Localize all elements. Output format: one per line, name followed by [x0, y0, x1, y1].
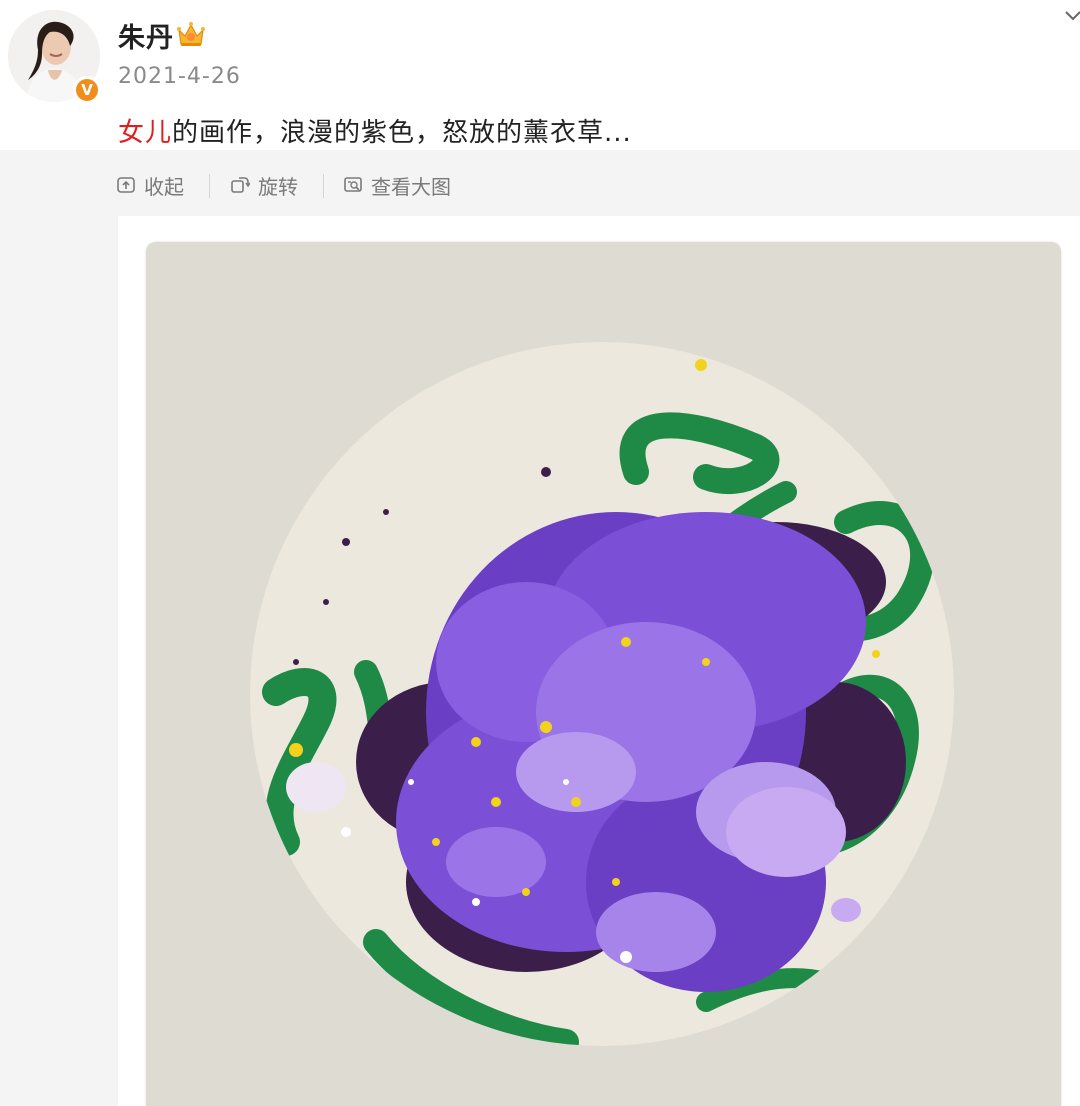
divider — [323, 174, 324, 198]
chevron-down-icon[interactable] — [1062, 4, 1080, 26]
divider — [209, 174, 210, 198]
view-large-button[interactable]: 查看大图 — [343, 170, 451, 200]
post-text-highlight[interactable]: 女儿 — [118, 118, 172, 148]
view-image-icon — [344, 177, 362, 192]
collapse-button[interactable]: 收起 — [116, 170, 184, 200]
painting-image — [146, 242, 1061, 1106]
collapse-icon — [117, 177, 135, 193]
rotate-icon — [231, 177, 250, 193]
post-date: 2021-4-26 — [118, 64, 241, 89]
post-text-body: 的画作，浪漫的紫色，怒放的薰衣草... — [172, 118, 632, 148]
username[interactable]: 朱丹 — [118, 16, 174, 55]
view-large-label: 查看大图 — [371, 174, 451, 199]
crown-icon[interactable] — [176, 20, 206, 48]
rotate-button[interactable]: 旋转 — [230, 170, 298, 200]
post-text: 女儿的画作，浪漫的紫色，怒放的薰衣草... — [118, 112, 632, 149]
collapse-label: 收起 — [144, 174, 184, 199]
media-toolbar: 收起 旋转 查看大图 — [0, 150, 1080, 216]
weibo-post: V 朱丹 2021-4-26 女儿的画作，浪漫的紫色，怒放的薰衣草... 收起 — [0, 0, 1080, 1106]
post-image[interactable] — [146, 242, 1061, 1106]
rotate-label: 旋转 — [258, 174, 298, 199]
verified-v-icon: V — [73, 76, 101, 104]
